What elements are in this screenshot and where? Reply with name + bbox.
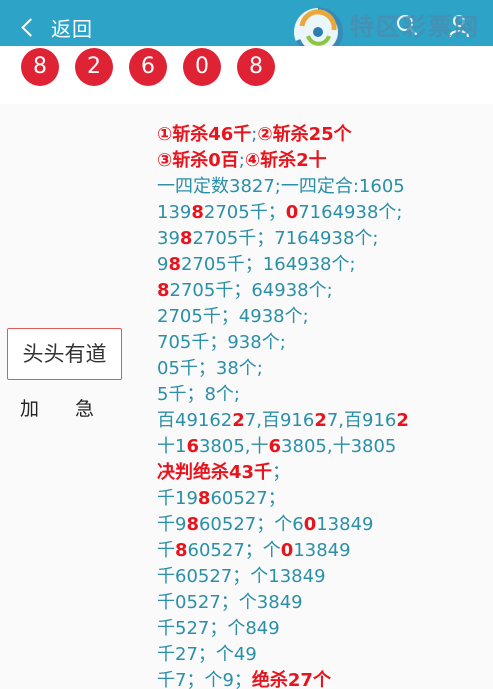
forecast-text-segment: 2705千；4938个; <box>157 306 309 327</box>
result-ball: 0 <box>183 48 221 86</box>
highlight-text: 0 <box>280 540 294 561</box>
forecast-line: 05千；38个; <box>157 356 493 382</box>
highlight-text: 8 <box>186 514 199 535</box>
user-icon[interactable] <box>448 14 470 38</box>
urgent-label: 加急 <box>20 398 131 420</box>
forecast-text-segment: 千7；个9； <box>157 670 252 689</box>
forecast-text-segment: 一四定数3827;一四定合:1605 <box>157 176 405 197</box>
forecast-text-segment: 千19 <box>157 488 198 509</box>
highlight-text: 0 <box>285 202 299 223</box>
forecast-text-segment: 39 <box>157 228 180 249</box>
highlight-text: 2 <box>314 410 327 431</box>
forecast-text-segment: 5千；8个; <box>157 384 240 405</box>
forecast-line: 705千；938个; <box>157 330 493 356</box>
forecast-line: 千0527；个3849 <box>157 590 493 616</box>
forecast-text-segment: 9 <box>157 254 169 275</box>
chevron-left-icon <box>21 17 40 37</box>
highlight-text: 8 <box>157 280 170 301</box>
result-ball: 8 <box>21 48 59 86</box>
forecast-text-segment: 2705千；7164938个; <box>192 228 379 249</box>
forecast-panel: 头头有道 加急 ①斩杀46千;②斩杀25个 ③斩杀0百;④斩杀2十 一四定数3827… <box>0 104 493 689</box>
highlight-text: 绝杀27个 <box>251 670 331 689</box>
forecast-text-segment: 2705千；164938个; <box>180 254 356 275</box>
highlight-text: ①斩杀46千 <box>157 124 252 145</box>
forecast-text-segment: 7,百916 <box>244 410 315 431</box>
result-ball: 6 <box>129 48 167 86</box>
forecast-line: 千860527；个013849 <box>157 538 493 564</box>
forecast-line: 982705千；164938个; <box>157 252 493 278</box>
forecast-text-segment: 7164938个; <box>298 202 403 223</box>
forecast-text-segment: 139 <box>157 202 192 223</box>
forecast-text-segment: 13849 <box>316 514 374 535</box>
forecast-line: 百4916227,百91627,百9162 <box>157 408 493 434</box>
highlight-text: 2 <box>396 410 409 431</box>
search-icon[interactable] <box>396 14 418 36</box>
highlight-text: 6 <box>268 436 282 457</box>
forecast-line: 十163805,十63805,十3805 <box>157 434 493 460</box>
highlight-text: ④斩杀2十 <box>244 150 327 171</box>
highlight-text: 8 <box>179 228 193 249</box>
forecast-line: ①斩杀46千;②斩杀25个 <box>157 122 493 148</box>
highlight-text: 2 <box>232 410 245 431</box>
result-ball: 2 <box>75 48 113 86</box>
forecast-text-segment: 60527；个6 <box>198 514 304 535</box>
forecast-line: 13982705千；07164938个; <box>157 200 493 226</box>
forecast-line: 5千；8个; <box>157 382 493 408</box>
forecast-text-segment: 百49162 <box>157 410 233 431</box>
forecast-text-segment: 2705千；64938个; <box>169 280 333 301</box>
forecast-line: 千7；个9；绝杀27个 <box>157 668 493 689</box>
forecast-text-segment: 千60527；个13849 <box>157 566 326 587</box>
back-button[interactable]: 返回 <box>18 12 93 42</box>
page: 返回 特区彩票网 www.tqcp.net 8 2 6 0 8 头头有道 <box>0 0 493 689</box>
forecast-text-segment: 千9 <box>157 514 187 535</box>
forecast-line: 千60527；个13849 <box>157 564 493 590</box>
forecast-line: 千527；个849 <box>157 616 493 642</box>
forecast-text-segment: 千0527；个3849 <box>157 592 303 613</box>
highlight-text: 0 <box>303 514 317 535</box>
highlight-text: ③斩杀0百 <box>157 150 239 171</box>
forecast-line: ③斩杀0百;④斩杀2十 <box>157 148 493 174</box>
forecast-line: 千9860527；个6013849 <box>157 512 493 538</box>
forecast-line: 决判绝杀43千； <box>157 460 493 486</box>
highlight-text: 8 <box>197 488 211 509</box>
forecast-line: 千27；个49 <box>157 642 493 668</box>
forecast-text-segment: 7,百916 <box>326 410 397 431</box>
result-balls: 8 2 6 0 8 <box>0 46 493 104</box>
forecast-text-segment: 3805,十 <box>198 436 269 457</box>
highlight-text: 6 <box>186 436 199 457</box>
forecast-line: 千19860527； <box>157 486 493 512</box>
highlight-text: 8 <box>175 540 188 561</box>
highlight-text: ②斩杀25个 <box>257 124 352 145</box>
forecast-text: ①斩杀46千;②斩杀25个 ③斩杀0百;④斩杀2十 一四定数3827;一四定合:16… <box>157 122 493 689</box>
forecast-text-segment: 705千；938个; <box>157 332 286 353</box>
result-ball: 8 <box>237 48 275 86</box>
forecast-text-segment: 13849 <box>293 540 351 561</box>
back-label: 返回 <box>51 16 93 41</box>
forecast-line: 82705千；64938个; <box>157 278 493 304</box>
forecast-text-segment: 千27；个49 <box>157 644 257 665</box>
forecast-text-segment: 60527； <box>210 488 286 509</box>
expert-tag[interactable]: 头头有道 <box>7 328 122 380</box>
forecast-text-segment: 十1 <box>157 436 187 457</box>
expert-sidebar: 头头有道 加急 <box>0 104 140 689</box>
forecast-line: 3982705千；7164938个; <box>157 226 493 252</box>
highlight-text: 8 <box>168 254 181 275</box>
forecast-text-segment: 05千；38个; <box>157 358 263 379</box>
highlight-text: 决判绝杀43千 <box>157 462 273 483</box>
forecast-text-segment: 3805,十3805 <box>281 436 397 457</box>
forecast-text-segment: 千 <box>157 540 175 561</box>
highlight-text: 8 <box>191 202 204 223</box>
forecast-text-segment: 2705千； <box>203 202 286 223</box>
forecast-line: 一四定数3827;一四定合:1605 <box>157 174 493 200</box>
forecast-line: 2705千；4938个; <box>157 304 493 330</box>
forecast-text-segment: 千527；个849 <box>157 618 280 639</box>
forecast-text-segment: 60527；个 <box>187 540 281 561</box>
forecast-text-segment: ； <box>272 462 291 483</box>
